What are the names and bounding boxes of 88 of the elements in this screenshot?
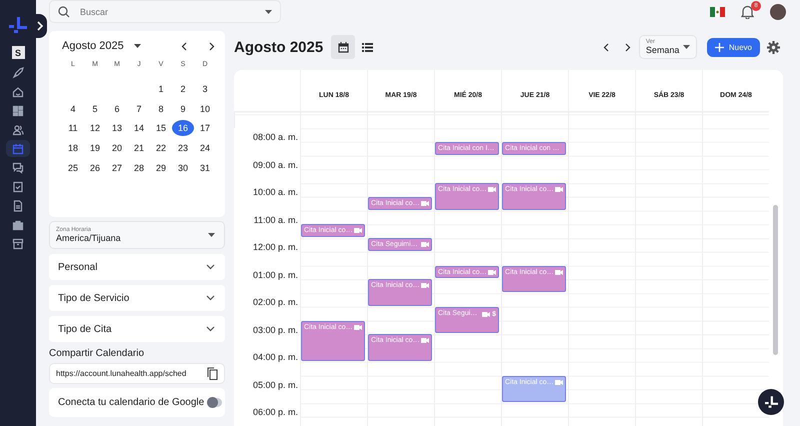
day-cell[interactable]: 30 <box>172 160 194 176</box>
grid-icon <box>12 104 24 116</box>
chevron-right-icon[interactable] <box>624 42 631 52</box>
plus-icon <box>714 42 724 52</box>
hour-label: 03:00 p. m. <box>252 324 298 337</box>
filter-accordion[interactable]: Tipo de Cita <box>49 316 225 342</box>
day-cell[interactable]: 8 <box>150 100 172 117</box>
day-cell[interactable]: 16 <box>172 120 194 136</box>
day-cell[interactable]: 31 <box>194 160 216 176</box>
day-cell[interactable]: 29 <box>150 160 172 176</box>
search-icon <box>58 6 70 18</box>
day-cell[interactable]: 10 <box>194 100 216 117</box>
list-icon <box>362 42 373 52</box>
day-cell[interactable]: 12 <box>84 120 106 136</box>
caret-icon[interactable] <box>134 44 141 48</box>
day-cell[interactable]: 9 <box>172 100 194 117</box>
day-cell[interactable]: 17 <box>194 120 216 136</box>
archive-icon <box>12 238 24 250</box>
filter-accordion[interactable]: Personal <box>49 254 225 280</box>
calendar-icon <box>12 142 24 154</box>
day-cell[interactable]: 2 <box>172 80 194 97</box>
search-bar[interactable]: Buscar <box>49 0 281 23</box>
caret-icon <box>682 45 690 49</box>
day-cell[interactable]: 22 <box>150 140 172 156</box>
day-cell[interactable]: 6 <box>106 100 128 117</box>
search-field[interactable]: Buscar <box>78 6 257 18</box>
month-title: Agosto 2025 <box>62 40 124 52</box>
people-icon <box>12 124 24 136</box>
toggle-switch[interactable] <box>208 398 222 407</box>
calendar-icon <box>338 42 349 52</box>
day-cell[interactable]: 24 <box>194 140 216 156</box>
hour-label: 05:00 p. m. <box>252 380 298 392</box>
chevron-right-icon[interactable] <box>209 42 215 50</box>
hour-label: 09:00 a. m. <box>252 160 298 172</box>
logo[interactable] <box>9 17 27 33</box>
hour-label: 10:00 a. m. <box>252 187 298 199</box>
day-cell[interactable]: 25 <box>62 160 84 176</box>
briefcase-icon <box>12 218 24 230</box>
day-cell[interactable]: 28 <box>128 160 150 176</box>
hour-label: 04:00 p. m. <box>252 352 298 364</box>
share-url-field[interactable]: https://account.lunahealth.app/sched <box>49 363 225 384</box>
day-cell[interactable]: 3 <box>194 80 216 97</box>
calendar-view-button[interactable] <box>331 35 356 59</box>
settings-icon[interactable] <box>767 40 780 54</box>
collapse-tab[interactable] <box>33 14 47 38</box>
day-cell[interactable]: 19 <box>84 140 106 156</box>
bell-icon[interactable] <box>741 4 754 18</box>
chat-icon <box>12 162 24 174</box>
day-cell[interactable]: 21 <box>128 140 150 156</box>
day-cell[interactable]: 23 <box>172 140 194 156</box>
day-cell[interactable]: 14 <box>128 120 150 136</box>
day-cell[interactable]: 5 <box>84 100 106 117</box>
chevron-left-icon[interactable] <box>602 42 609 52</box>
hour-label: 01:00 p. m. <box>252 270 298 282</box>
avatar[interactable] <box>770 4 786 20</box>
day-cell[interactable]: 26 <box>84 160 106 176</box>
day-cell[interactable]: 18 <box>62 140 84 156</box>
day-cell[interactable]: 13 <box>106 120 128 136</box>
copy-icon[interactable] <box>207 367 218 380</box>
day-cell[interactable]: 27 <box>106 160 128 176</box>
day-cell[interactable]: 20 <box>106 140 128 156</box>
logo <box>764 396 778 408</box>
day-cell[interactable]: 15 <box>150 120 172 136</box>
hour-label: 06:00 p. m. <box>252 407 298 419</box>
chevron-left-icon[interactable] <box>181 42 187 50</box>
day-cell[interactable]: 4 <box>62 100 84 117</box>
google-connect-label: Conecta tu calendario de Google <box>58 397 204 408</box>
filter-accordion[interactable]: Tipo de Servicio <box>49 285 225 311</box>
day-cell[interactable]: 11 <box>62 120 84 136</box>
share-title: Compartir Calendario <box>49 348 146 359</box>
calendar-title: Agosto 2025 <box>234 38 324 56</box>
caret-icon <box>208 233 215 237</box>
chevron-right-icon <box>36 21 44 31</box>
checklist-icon <box>12 180 24 192</box>
document-icon <box>12 200 24 212</box>
hour-label: 08:00 a. m. <box>252 132 298 144</box>
flag-icon[interactable] <box>710 6 725 16</box>
nav-item[interactable] <box>6 140 30 157</box>
new-button[interactable]: Nuevo <box>706 38 760 56</box>
scrollbar-thumb[interactable] <box>773 205 778 355</box>
workspace-badge[interactable]: S <box>12 46 24 59</box>
hour-label: 02:00 p. m. <box>252 297 298 309</box>
hour-label: 11:00 a. m. <box>254 214 298 226</box>
hour-label: 12:00 p. m. <box>252 242 298 254</box>
day-cell[interactable]: 7 <box>128 100 150 117</box>
caret-icon <box>265 10 272 14</box>
home-icon <box>12 86 24 98</box>
day-cell[interactable]: 1 <box>150 80 172 97</box>
